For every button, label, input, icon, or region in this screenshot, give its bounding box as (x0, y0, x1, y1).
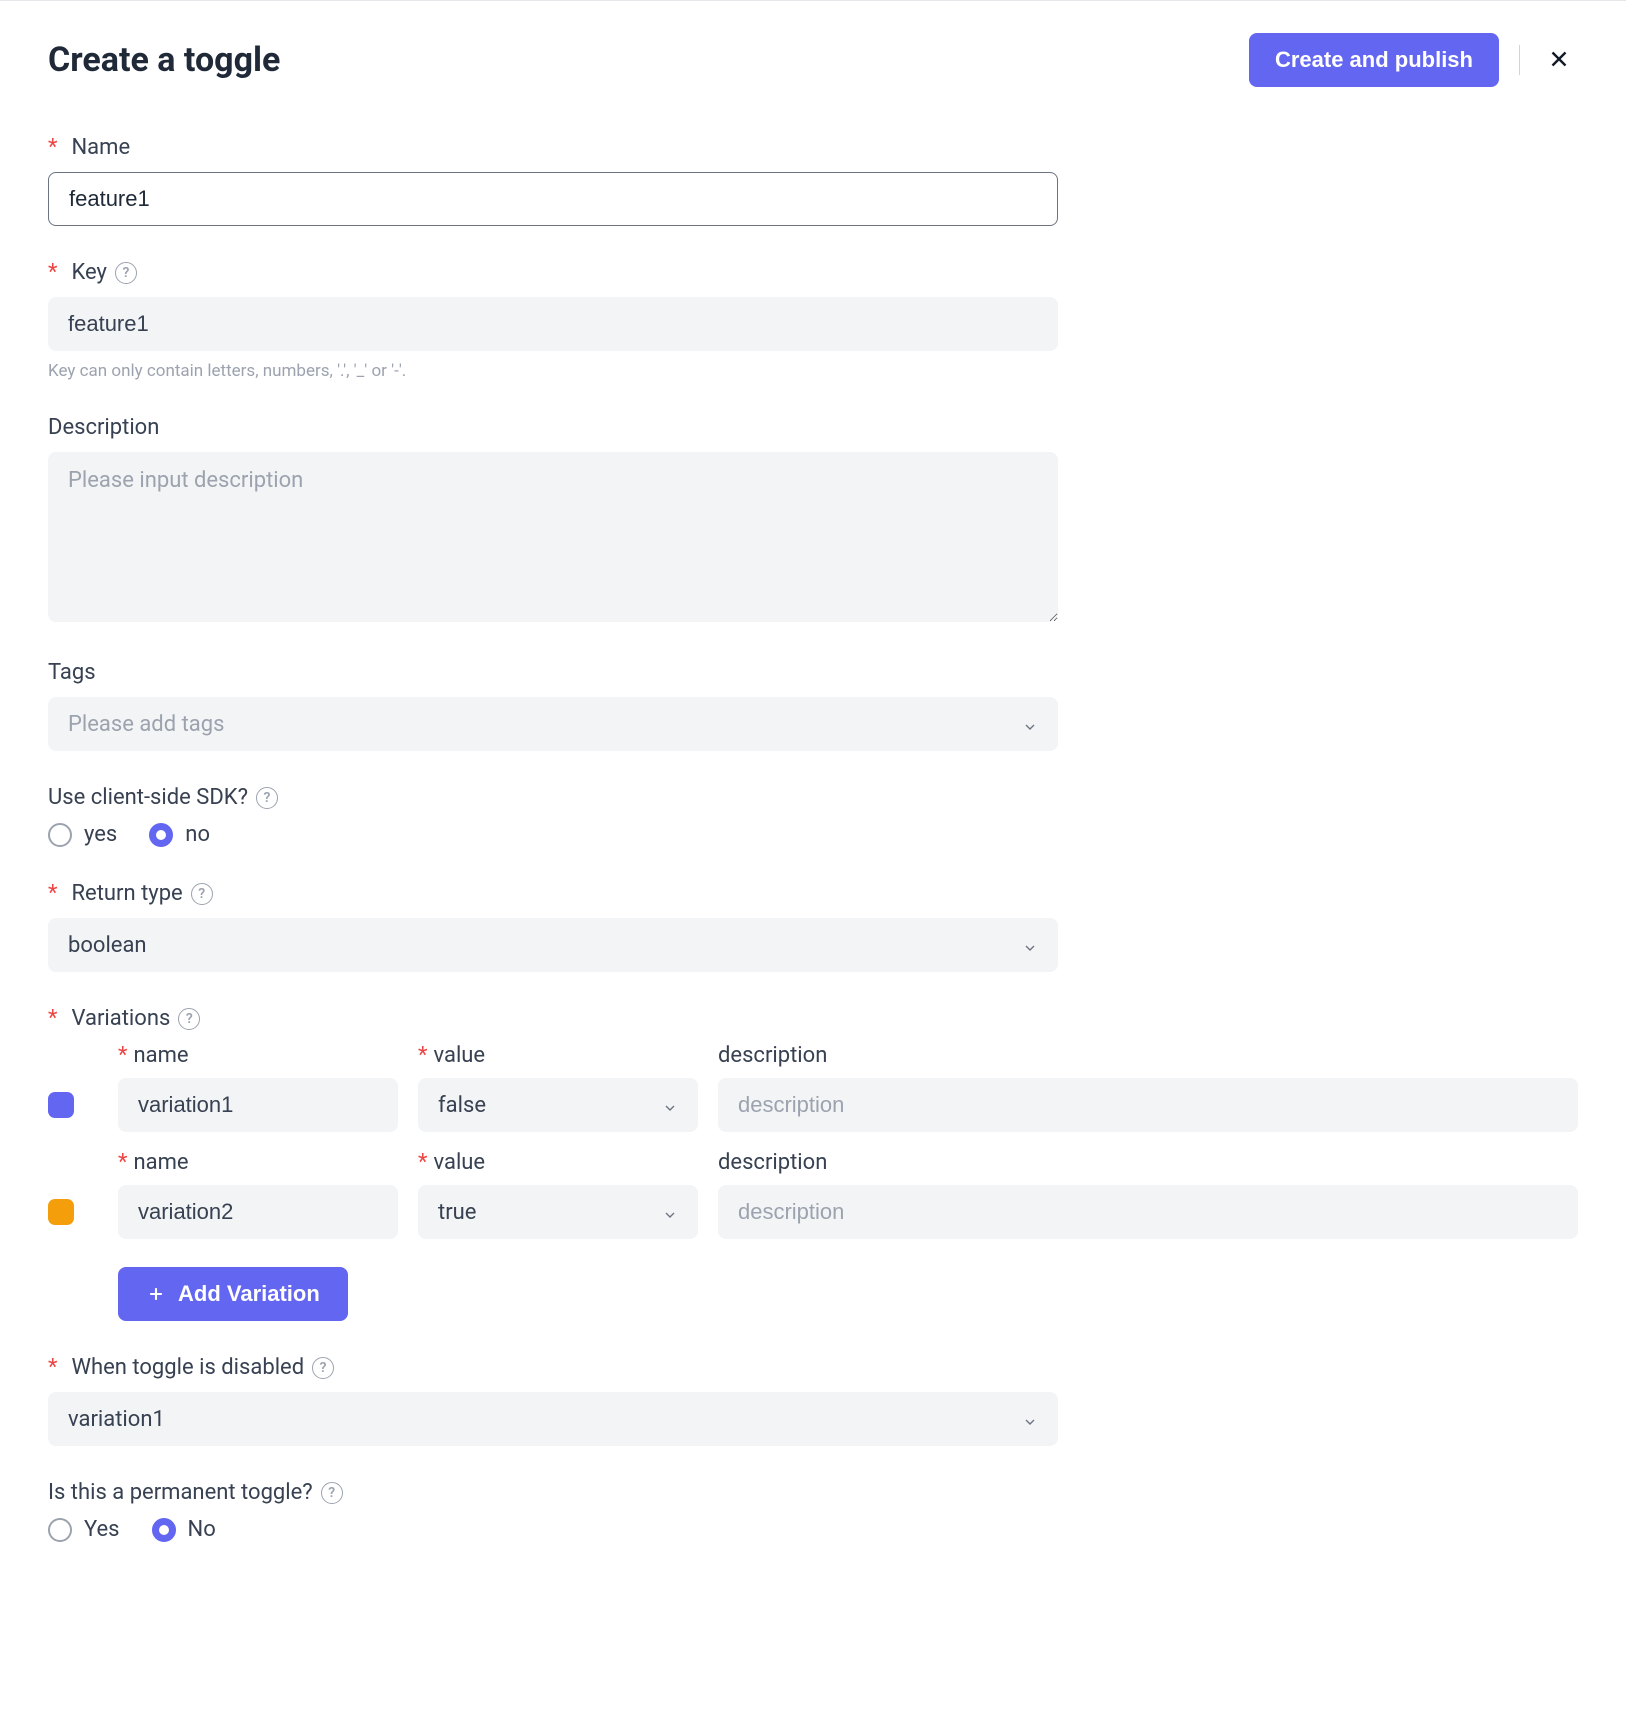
col-value-label: value (418, 1150, 698, 1175)
name-label: Name (48, 135, 1058, 160)
variation-description-input[interactable] (718, 1185, 1578, 1239)
chevron-down-icon (662, 1097, 678, 1113)
permanent-group: Is this a permanent toggle? ? Yes No (48, 1480, 1058, 1542)
key-input[interactable] (48, 297, 1058, 351)
variation-description-input[interactable] (718, 1078, 1578, 1132)
radio-icon (152, 1518, 176, 1542)
radio-icon (48, 823, 72, 847)
tags-select[interactable]: Please add tags (48, 697, 1058, 751)
disabled-group: When toggle is disabled ? variation1 (48, 1355, 1058, 1446)
variation-name-col: name (118, 1043, 398, 1132)
variation-name-input[interactable] (118, 1185, 398, 1239)
variations-label: Variations ? (48, 1006, 1578, 1031)
variation-name-col: name (118, 1150, 398, 1239)
disabled-select[interactable]: variation1 (48, 1392, 1058, 1446)
variation-value-col: value true (418, 1150, 698, 1239)
return-type-group: Return type ? boolean (48, 881, 1058, 972)
key-helper-text: Key can only contain letters, numbers, '… (48, 361, 1058, 381)
help-icon: ? (321, 1482, 343, 1504)
variation-value-select[interactable]: false (418, 1078, 698, 1132)
client-sdk-no-option[interactable]: no (149, 822, 210, 847)
chevron-down-icon (1022, 937, 1038, 953)
header-divider (1519, 45, 1520, 75)
plus-icon (146, 1284, 166, 1304)
col-value-label: value (418, 1043, 698, 1068)
return-type-label: Return type ? (48, 881, 1058, 906)
key-label: Key ? (48, 260, 1058, 285)
variation-description-col: description (718, 1150, 1578, 1239)
col-name-label: name (118, 1150, 398, 1175)
chevron-down-icon (1022, 1411, 1038, 1427)
color-swatch (48, 1199, 74, 1225)
variation-description-col: description (718, 1043, 1578, 1132)
permanent-label: Is this a permanent toggle? ? (48, 1480, 1058, 1505)
create-publish-button[interactable]: Create and publish (1249, 33, 1499, 87)
add-variation-row: Add Variation (48, 1267, 1578, 1321)
variation-value-col: value false (418, 1043, 698, 1132)
chevron-down-icon (662, 1204, 678, 1220)
help-icon: ? (191, 883, 213, 905)
client-sdk-radio-group: yes no (48, 822, 1058, 847)
description-input[interactable] (48, 452, 1058, 622)
col-description-label: description (718, 1043, 1578, 1068)
client-sdk-group: Use client-side SDK? ? yes no (48, 785, 1058, 847)
variation-row: name value false description (48, 1043, 1578, 1132)
key-group: Key ? Key can only contain letters, numb… (48, 260, 1058, 381)
permanent-radio-group: Yes No (48, 1517, 1058, 1542)
radio-icon (48, 1518, 72, 1542)
variation-value-select[interactable]: true (418, 1185, 698, 1239)
col-name-label: name (118, 1043, 398, 1068)
name-input[interactable] (48, 172, 1058, 226)
radio-icon (149, 823, 173, 847)
client-sdk-yes-option[interactable]: yes (48, 822, 117, 847)
header-actions: Create and publish (1249, 33, 1578, 87)
col-description-label: description (718, 1150, 1578, 1175)
help-icon: ? (312, 1357, 334, 1379)
add-variation-button[interactable]: Add Variation (118, 1267, 348, 1321)
color-swatch (48, 1092, 74, 1118)
permanent-no-option[interactable]: No (152, 1517, 216, 1542)
toggle-form: Name Key ? Key can only contain letters,… (48, 135, 1578, 1542)
tags-group: Tags Please add tags (48, 660, 1058, 751)
help-icon: ? (178, 1008, 200, 1030)
name-group: Name (48, 135, 1058, 226)
return-type-select[interactable]: boolean (48, 918, 1058, 972)
variation-row: name value true description (48, 1150, 1578, 1239)
variations-group: Variations ? name value false (48, 1006, 1578, 1321)
disabled-label: When toggle is disabled ? (48, 1355, 1058, 1380)
close-button[interactable] (1540, 40, 1578, 81)
tags-label: Tags (48, 660, 1058, 685)
description-label: Description (48, 415, 1058, 440)
client-sdk-label: Use client-side SDK? ? (48, 785, 1058, 810)
help-icon: ? (115, 262, 137, 284)
create-toggle-modal: Create a toggle Create and publish Name … (0, 0, 1626, 1608)
modal-title: Create a toggle (48, 40, 280, 80)
close-icon (1546, 46, 1572, 75)
permanent-yes-option[interactable]: Yes (48, 1517, 120, 1542)
description-group: Description (48, 415, 1058, 626)
chevron-down-icon (1022, 716, 1038, 732)
variations-table: name value false description (48, 1043, 1578, 1321)
help-icon: ? (256, 787, 278, 809)
modal-header: Create a toggle Create and publish (48, 33, 1578, 87)
variation-name-input[interactable] (118, 1078, 398, 1132)
